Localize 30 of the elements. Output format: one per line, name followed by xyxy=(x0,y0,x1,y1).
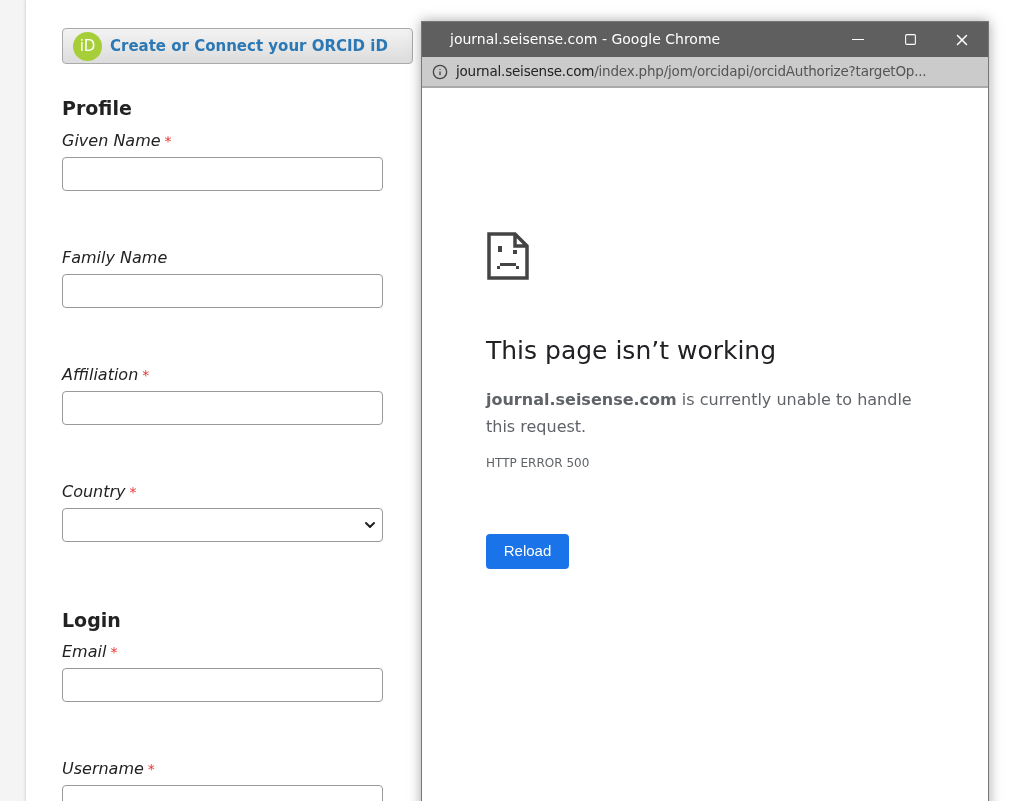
select-field[interactable] xyxy=(62,507,383,542)
required-asterisk: * xyxy=(142,365,150,385)
required-asterisk: * xyxy=(129,482,137,502)
reload-button[interactable]: Reload xyxy=(486,533,569,569)
info-icon xyxy=(432,63,448,80)
required-asterisk: * xyxy=(147,760,155,779)
section-heading: Login xyxy=(62,607,122,633)
input-field[interactable] xyxy=(62,390,383,425)
address-bar[interactable]: journal.seisense.com/index.php/jom/orcidapi/orcidAuthorize?targetOp... xyxy=(422,57,988,88)
minimize-icon xyxy=(852,38,864,41)
field-label: Given Name xyxy=(62,129,161,152)
input-field[interactable] xyxy=(62,273,383,308)
field-label: Country xyxy=(62,480,126,503)
error-message: journal.seisense.com is currently unable to handle this request. xyxy=(486,388,913,438)
error-heading: This page isn’t working xyxy=(486,335,778,367)
sad-page-icon xyxy=(487,232,529,280)
required-asterisk: * xyxy=(110,643,118,662)
orcid-button[interactable]: iD Create or Connect your ORCID iD xyxy=(62,28,413,64)
window-title: journal.seisense.com - Google Chrome xyxy=(450,30,722,49)
error-code: HTTP ERROR 500 xyxy=(486,454,591,472)
input-field[interactable] xyxy=(62,156,383,191)
field-label: Family Name xyxy=(62,246,168,269)
field-label: Affiliation xyxy=(62,363,139,386)
required-asterisk: * xyxy=(164,131,172,151)
field-label: Username xyxy=(62,758,144,780)
maximize-icon xyxy=(903,33,917,46)
input-field[interactable] xyxy=(62,668,383,702)
section-heading: Profile xyxy=(62,96,133,121)
orcid-badge: iD xyxy=(73,31,102,61)
field-label: Email xyxy=(62,641,107,663)
